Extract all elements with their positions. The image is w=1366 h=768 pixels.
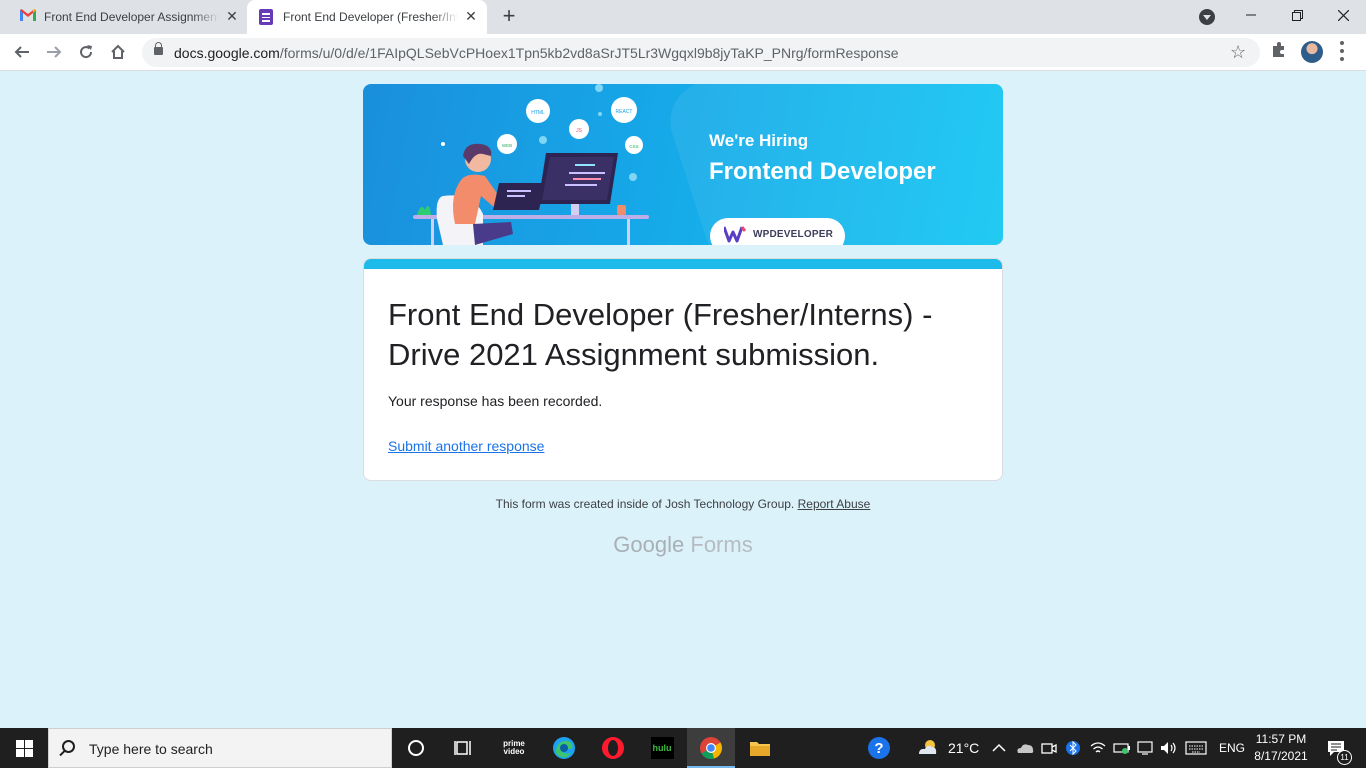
taskbar-search-placeholder: Type here to search [89,741,213,757]
onedrive-icon[interactable] [1016,728,1034,768]
weather-temperature: 21°C [948,740,980,756]
bubble-html: HTML [531,110,545,116]
url-host: docs.google.com [174,45,280,61]
submit-another-response-link[interactable]: Submit another response [388,438,544,454]
notification-center-button[interactable]: 11 [1322,728,1352,768]
weather-cloud-icon [919,740,937,754]
restore-button[interactable] [1274,0,1320,30]
cortana-icon[interactable] [392,728,440,768]
windows-taskbar: Type here to search prime video hulu ? 2… [0,728,1366,768]
banner-hiring-text: We're Hiring [709,131,809,150]
new-tab-button[interactable]: + [499,5,519,27]
clock-date: 8/17/2021 [1254,749,1308,763]
prime-video-icon[interactable]: prime video [490,728,538,768]
form-confirmation-card: Front End Developer (Fresher/Interns) - … [363,258,1003,481]
created-inside-text: This form was created inside of Josh Tec… [495,497,795,511]
back-arrow-icon [14,46,29,58]
bubble-js: JS [576,128,583,134]
lock-icon[interactable] [154,42,163,55]
home-button[interactable] [106,40,130,64]
reload-icon [80,45,93,59]
form-footer-note: This form was created inside of Josh Tec… [0,497,1366,511]
tab-title: Front End Developer (Fresher/Interns) - … [283,10,458,24]
forward-arrow-icon [47,46,62,58]
opera-icon[interactable] [589,728,637,768]
tab-google-forms[interactable]: Front End Developer (Fresher/Interns) - … [247,0,487,34]
report-abuse-link[interactable]: Report Abuse [798,497,871,511]
reload-button[interactable] [74,40,98,64]
minimize-button[interactable] [1228,0,1274,30]
battery-icon[interactable] [1113,728,1131,768]
help-icon[interactable]: ? [866,728,892,768]
edge-icon[interactable] [540,728,588,768]
banner-role-text: Frontend Developer [709,158,936,185]
hulu-label: hulu [650,737,674,759]
start-button[interactable] [0,728,48,768]
card-accent-bar [364,259,1002,269]
google-forms-icon [259,9,273,25]
url-path: /forms/u/0/d/e/1FAIpQLSebVcPHoex1Tpn5kb2… [279,45,899,61]
forward-button[interactable] [42,40,66,64]
show-hidden-icons-icon[interactable] [992,728,1008,768]
home-icon [111,44,125,59]
extensions-puzzle-icon[interactable] [1270,41,1288,59]
volume-icon[interactable] [1160,728,1178,768]
bubble-css: CSS [629,144,638,149]
notification-count-badge: 11 [1337,750,1352,765]
form-header-banner: HTML REACT JS CSS WEB We're Hiring Front… [363,84,1003,245]
close-tab-icon[interactable]: ✕ [224,8,240,25]
bubble-react: REACT [616,109,633,115]
browser-toolbar: docs.google.com/forms/u/0/d/e/1FAIpQLSeb… [0,34,1366,71]
search-icon [62,740,75,753]
logo-forms-text: Forms [690,532,753,557]
input-language-indicator[interactable]: ENG [1219,728,1245,768]
wifi-icon[interactable] [1090,728,1106,768]
form-title: Front End Developer (Fresher/Interns) - … [388,297,933,372]
chrome-icon[interactable] [687,728,735,768]
hulu-icon[interactable]: hulu [638,728,686,768]
tab-title: Front End Developer Assignment [44,10,219,24]
wpdeveloper-logo-icon [724,226,747,243]
system-clock[interactable]: 11:57 PM 8/17/2021 [1248,731,1314,765]
tab-gmail[interactable]: Front End Developer Assignment ✕ [8,0,246,34]
help-label: ? [868,737,890,759]
file-explorer-icon[interactable] [736,728,784,768]
close-window-button[interactable] [1320,0,1366,30]
chrome-menu-icon[interactable] [1339,41,1345,61]
logo-google-text: Google [613,532,685,557]
brand-name: WPDEVELOPER [753,229,833,240]
google-forms-logo[interactable]: Google Forms [0,532,1366,558]
profile-avatar[interactable] [1301,41,1323,63]
gmail-icon [20,9,36,21]
bubble-web: WEB [502,143,512,148]
clock-time: 11:57 PM [1255,732,1307,746]
address-bar[interactable]: docs.google.com/forms/u/0/d/e/1FAIpQLSeb… [142,38,1260,67]
restore-icon [1291,9,1303,21]
bluetooth-icon[interactable] [1066,728,1080,768]
touch-keyboard-icon[interactable] [1185,728,1207,768]
tab-search-icon[interactable] [1199,9,1215,25]
task-view-icon[interactable] [440,728,488,768]
back-button[interactable] [10,40,34,64]
taskbar-search-box[interactable]: Type here to search [48,728,392,768]
tab-strip: Front End Developer Assignment ✕ Front E… [0,0,1366,34]
url-text[interactable]: docs.google.com/forms/u/0/d/e/1FAIpQLSeb… [174,45,899,61]
display-project-icon[interactable] [1137,728,1153,768]
close-icon [1337,9,1349,21]
confirmation-message: Your response has been recorded. [388,393,603,409]
prime-video-label: prime video [503,739,525,756]
windows-logo-icon [15,739,33,757]
close-tab-icon[interactable]: ✕ [463,8,479,25]
weather-widget[interactable]: 21°C [916,728,979,768]
language-label: ENG [1219,741,1246,755]
minimize-icon [1246,14,1256,16]
developer-illustration: HTML REACT JS CSS WEB [413,84,649,245]
meet-now-icon[interactable] [1041,728,1057,768]
bookmark-star-icon[interactable]: ☆ [1230,42,1246,63]
